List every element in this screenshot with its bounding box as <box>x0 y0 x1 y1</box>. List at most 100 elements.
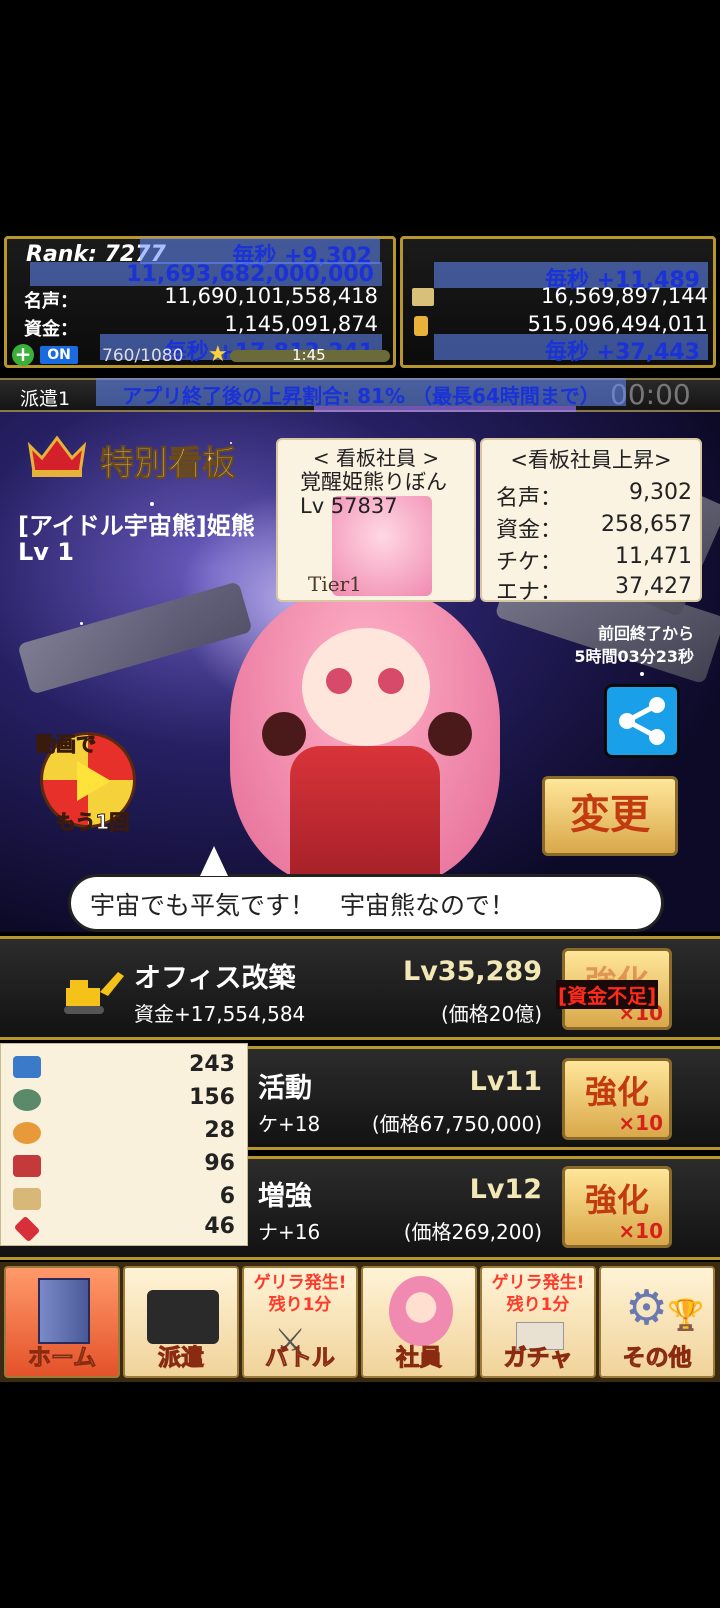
boost-row: 資金： 258,657 <box>496 512 692 543</box>
upgrade-level: Lv11 <box>469 1066 542 1097</box>
energy-value: 515,096,494,011 <box>527 312 708 336</box>
boost-fame-value: 9,302 <box>629 480 692 505</box>
inventory-count: 6 <box>219 1184 235 1209</box>
character-eye-right <box>378 668 404 694</box>
nav-label: ホーム <box>27 1345 97 1372</box>
orb-icon <box>13 1089 41 1111</box>
upgrade-effect: 資金+17,554,584 <box>134 1002 306 1026</box>
card-icon <box>13 1155 41 1177</box>
stamina-timer: 1:45 <box>292 346 326 364</box>
boost-fame-label: 名声： <box>496 486 563 511</box>
offline-rate-notice: アプリ終了後の上昇割合: 81% （最長64時間まで） <box>96 378 626 408</box>
character-face <box>302 628 430 746</box>
star-icon: ★ <box>208 342 228 367</box>
energy-rate-overlay: 毎秒 +37,443 <box>434 334 708 365</box>
nav-staff[interactable]: 社員 <box>361 1266 477 1378</box>
inventory-count: 46 <box>204 1214 235 1239</box>
bottom-nav: ホーム 派遣 ゲリラ発生! 残り1分 ⚔ バトル 社員 ゲリラ発生! 残り1分 … <box>0 1262 720 1382</box>
upgrade-price: (価格67,750,000) <box>371 1112 542 1136</box>
boost-energy-value: 37,427 <box>615 574 692 599</box>
inventory-count: 96 <box>204 1151 235 1176</box>
character-name: [アイドル宇宙熊]姫熊 <box>18 512 255 540</box>
boost-row: 名声： 9,302 <box>496 480 692 511</box>
nav-label: ガチャ <box>503 1345 573 1372</box>
inventory-count: 243 <box>189 1052 235 1077</box>
excavator-icon <box>60 966 128 1016</box>
upgrade-level: Lv35,289 <box>403 956 542 987</box>
last-session-duration: 5時間03分23秒 <box>574 647 694 666</box>
video-retry-label-bottom: もう1回 <box>55 810 130 835</box>
inventory-item: 96 <box>11 1151 239 1183</box>
special-sign-title: 特別看板 <box>100 444 237 485</box>
upgrade-level: Lv12 <box>469 1174 542 1205</box>
inventory-item: 6 <box>11 1184 239 1216</box>
upgrade-title: 活動 <box>258 1073 312 1104</box>
boost-ticket-value: 11,471 <box>615 544 692 569</box>
nav-gacha[interactable]: ゲリラ発生! 残り1分 ガチャ <box>480 1266 596 1378</box>
character-level: Lv 1 <box>18 538 74 566</box>
upgrade-effect: ナ+16 <box>258 1220 321 1244</box>
energy-mini-icon <box>414 316 428 336</box>
upgrade-button-label: 強化 <box>584 1181 649 1219</box>
building-icon <box>38 1278 90 1344</box>
speech-text: 宇宙でも平気です！ 宇宙熊なので！ <box>90 891 516 920</box>
boost-row: チケ： 11,471 <box>496 544 692 575</box>
fame-rate-overlay: 毎秒 +9,302 <box>140 238 380 269</box>
share-button[interactable] <box>604 684 680 758</box>
guerrilla-alert: ゲリラ発生! 残り1分 <box>253 1273 347 1315</box>
change-button[interactable]: 変更 <box>542 776 678 856</box>
scroll-icon <box>13 1188 41 1210</box>
video-retry-label-top: 動画で <box>36 732 97 757</box>
crown-icon <box>26 432 88 478</box>
stamina-value: 760/1080 <box>102 346 184 366</box>
fame-projected-overlay: 11,693,682,000,000 <box>30 262 382 287</box>
fame-label: 名声： <box>24 291 78 312</box>
nav-other[interactable]: ⚙ 🏆 その他 <box>599 1266 715 1378</box>
ticket-icon <box>13 1056 41 1078</box>
trophy-icon: 🏆 <box>667 1298 705 1333</box>
nav-label: 社員 <box>396 1345 443 1372</box>
inventory-item: 243 <box>11 1052 239 1084</box>
inventory-item: 156 <box>11 1085 239 1117</box>
stamina-plus-icon[interactable]: + <box>12 344 34 366</box>
boost-energy-label: エナ： <box>496 580 563 605</box>
upgrade-button[interactable]: 強化 ×10 <box>562 1166 672 1248</box>
insufficient-funds-badge: [資金不足] <box>556 980 659 1009</box>
inventory-item: 28 <box>11 1118 239 1150</box>
nav-dispatch[interactable]: 派遣 <box>123 1266 239 1378</box>
character-eye-left <box>326 668 352 694</box>
upgrade-button-label: 強化 <box>584 1073 649 1111</box>
briefcase-icon <box>147 1290 219 1344</box>
upgrade-title: 増強 <box>258 1181 312 1212</box>
last-session-label: 前回終了から <box>597 624 694 643</box>
boost-ticket-label: チケ： <box>496 550 563 575</box>
nav-label: バトル <box>265 1345 336 1372</box>
inventory-count: 156 <box>189 1085 235 1110</box>
nav-home[interactable]: ホーム <box>4 1266 120 1378</box>
staff-portrait-icon <box>389 1276 453 1346</box>
share-icon <box>619 697 665 745</box>
upgrade-price: (価格20億) <box>440 1002 542 1026</box>
nav-label: その他 <box>622 1345 692 1372</box>
upgrade-title: オフィス改築 <box>134 963 296 994</box>
gear-icon: ⚙ <box>625 1280 669 1336</box>
nav-battle[interactable]: ゲリラ発生! 残り1分 ⚔ バトル <box>242 1266 358 1378</box>
boost-card-title: <看板社員上昇> <box>510 448 672 472</box>
inventory-count: 28 <box>204 1118 235 1143</box>
staff-card-level: Lv 57837 <box>300 494 398 518</box>
upgrade-button[interactable]: 強化 ×10 <box>562 1058 672 1140</box>
medal-icon <box>13 1122 41 1144</box>
upgrade-button-mult: ×10 <box>618 1111 663 1135</box>
featured-staff-card[interactable]: < 看板社員 > 覚醒姫熊りぼん Lv 57837 Tier1 <box>276 438 476 602</box>
character-pompom-right <box>428 712 472 756</box>
ticket-mini-icon <box>412 288 434 306</box>
funds-value: 1,145,091,874 <box>224 312 378 336</box>
staff-card-name: 覚醒姫熊りぼん <box>300 470 447 494</box>
stamina-toggle[interactable]: ON <box>40 346 78 364</box>
staff-card-tier: Tier1 <box>308 572 362 596</box>
inventory-panel: 243 156 28 96 6 46 <box>0 1043 248 1246</box>
staff-boost-card: <看板社員上昇> 名声： 9,302 資金： 258,657 チケ： 11,47… <box>480 438 702 605</box>
character-body <box>290 746 440 886</box>
boost-row: エナ： 37,427 <box>496 574 692 605</box>
fame-value: 11,690,101,558,418 <box>164 284 378 308</box>
